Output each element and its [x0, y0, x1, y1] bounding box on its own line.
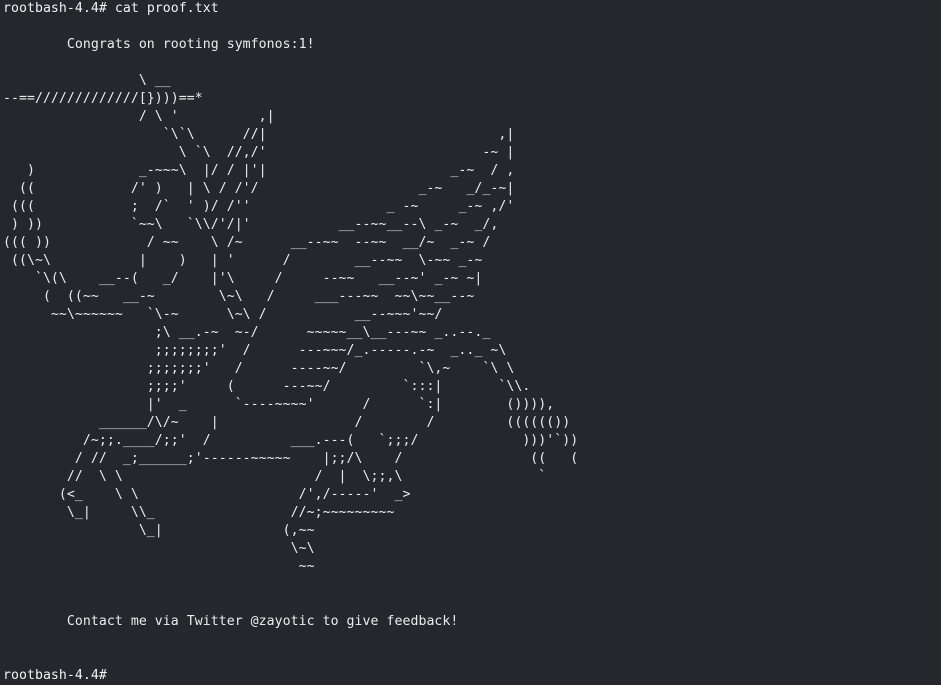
- command-text: cat proof.txt: [106, 1, 219, 16]
- output-line: \ __: [3, 73, 171, 89]
- command-line: rootbash-4.4# cat proof.txt: [3, 0, 941, 18]
- output-line: / // _;______;'------~~~~~ |;;/\ / (( (: [3, 451, 579, 467]
- shell-prompt: rootbash-4.4#: [3, 667, 107, 683]
- output-line: / \ ' ,|: [3, 109, 275, 125]
- output-line: ;;;;;;;;' / ---~~~/_.-----.-~ _.._ ~\: [3, 343, 507, 359]
- output-line: ______/\/~ | / / (((((()): [3, 415, 571, 431]
- output-line: \_| (,~~: [3, 523, 315, 539]
- output-line: Contact me via Twitter @zayotic to give …: [3, 613, 459, 629]
- output-line: ((\~\ | ) | ' / __--~~ \-~~ _-~: [3, 253, 483, 269]
- output-line: ( ((~~ __-~ \~\ / ___---~~ ~~\~~__--~: [3, 289, 475, 305]
- output-line: (( /' ) | \ / /'/ _-~ _/_-~|: [3, 181, 515, 197]
- output-line: Congrats on rooting symfonos:1!: [3, 37, 315, 53]
- output-line: ~~\~~~~~~ `\-~ \~\ / __--~~~'~~/: [3, 307, 443, 323]
- output-line: /~;;.____/;;' / ___.---( `;;;/ )))'`)): [3, 433, 579, 449]
- output-line: ((( ; /` ' )/ /'' _ -~ _-~ ,/': [3, 199, 515, 215]
- output-line: ;;;;' ( ---~~/ `:::| `\\.: [3, 379, 531, 395]
- output-line: --==/////////////[})))==*: [3, 91, 203, 107]
- output-line: \~\: [3, 541, 315, 557]
- terminal-window[interactable]: rootbash-4.4# cat proof.txt Congrats on …: [0, 0, 941, 683]
- output-line: ) _-~~~\ |/ / |'| _-~ / ,: [3, 163, 515, 179]
- output-line: (<_ \ \ /',/-----' _>: [3, 487, 411, 503]
- output-line: `\`\ //| ,|: [3, 127, 515, 143]
- output-line: ) )) `~~\ `\\/'/|' __--~~__--\ _-~ _/,: [3, 217, 499, 233]
- output-line: \_| \\_ //~;~~~~~~~~~: [3, 505, 395, 521]
- final-prompt-line: rootbash-4.4#: [3, 667, 941, 685]
- shell-prompt: rootbash-4.4#: [3, 1, 107, 16]
- output-line: // \ \ / | \;;,\ `: [3, 469, 547, 485]
- command-output: Congrats on rooting symfonos:1! \ __ --==…: [3, 18, 941, 667]
- output-line: `\(\ __--( _/ |'\ / --~~ __--~' _-~ ~|: [3, 271, 483, 287]
- output-line: |' _ `----~~~~' / `:| ()))),: [3, 397, 555, 413]
- output-line: ;;;;;;;' / ----~~/ `\,~ `\ \: [3, 361, 515, 377]
- output-line: ;\ __.-~ ~-/ ~~~~~__\__---~~ _..--._: [3, 325, 491, 341]
- output-line: \ `\ //,/' -~ |: [3, 145, 515, 161]
- output-line: ((( )) / ~~ \ /~ __--~~ --~~ __/~ _-~ /: [3, 235, 491, 251]
- output-line: ~~: [3, 559, 315, 575]
